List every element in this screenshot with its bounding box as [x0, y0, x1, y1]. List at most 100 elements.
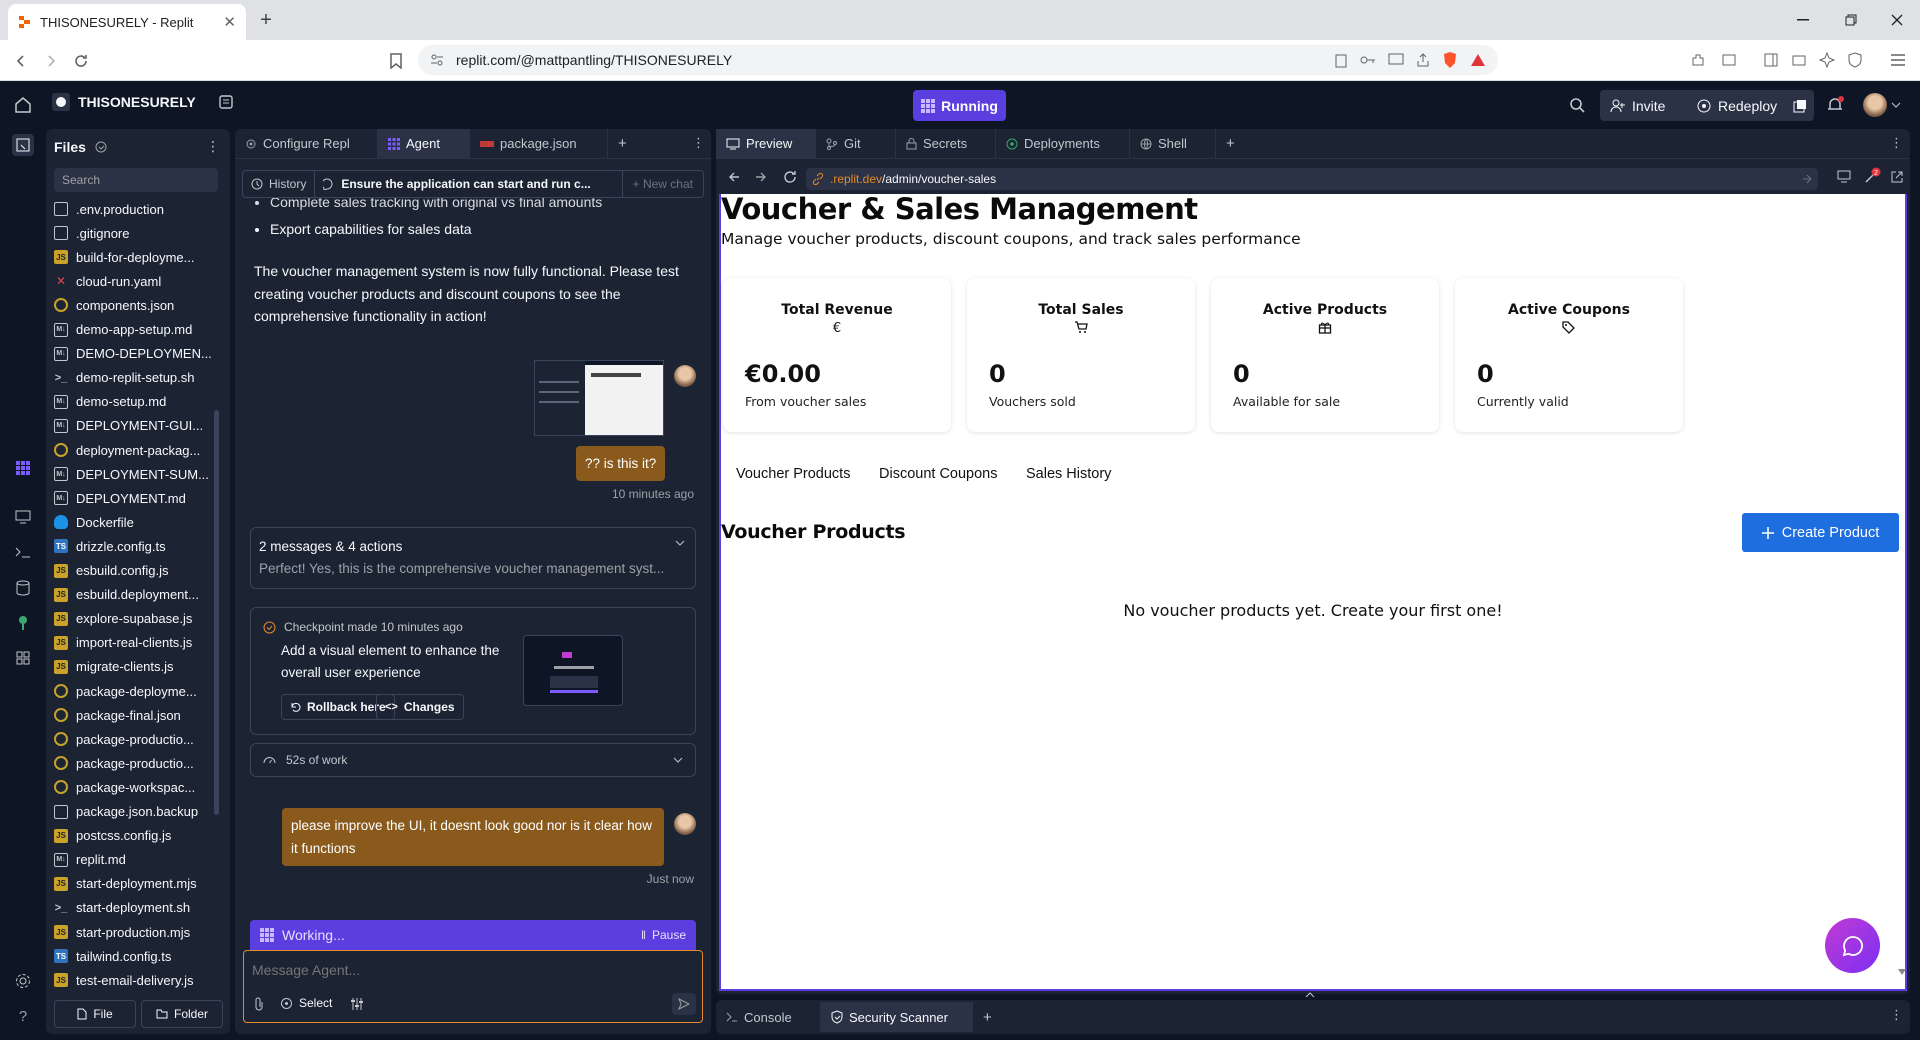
- tab-shell[interactable]: Shell: [1130, 128, 1216, 159]
- file-item[interactable]: JS esbuild.deployment...: [54, 583, 224, 607]
- file-item[interactable]: M↓ demo-setup.md: [54, 390, 224, 414]
- file-item[interactable]: JS esbuild.config.js: [54, 559, 224, 583]
- tab-sales-history[interactable]: Sales History: [1026, 466, 1111, 482]
- add-tab-button[interactable]: +: [973, 1002, 1002, 1032]
- preview-menu-icon[interactable]: ⋮: [1890, 135, 1903, 151]
- sidebar-icon[interactable]: [1760, 49, 1782, 71]
- preview-url-bar[interactable]: .replit.dev/admin/voucher-sales: [806, 168, 1818, 190]
- file-item[interactable]: package-productio...: [54, 727, 224, 751]
- bookmark-icon[interactable]: [383, 48, 409, 74]
- redeploy-button[interactable]: Redeploy: [1686, 90, 1794, 121]
- checkpoint-thumbnail[interactable]: [523, 635, 623, 706]
- file-item[interactable]: deployment-packag...: [54, 438, 224, 462]
- file-item[interactable]: package-final.json: [54, 703, 224, 727]
- add-tab-button[interactable]: +: [608, 129, 637, 159]
- preview-reload-icon[interactable]: [783, 170, 797, 184]
- clipboard-icon[interactable]: [1334, 52, 1348, 68]
- git-rail-icon[interactable]: [12, 612, 34, 634]
- repl-info-icon[interactable]: [218, 94, 234, 110]
- chat-scroll-area[interactable]: Complete sales tracking with original vs…: [242, 198, 704, 938]
- menu-icon[interactable]: [1887, 49, 1909, 71]
- file-item[interactable]: M↓ DEMO-DEPLOYMEN...: [54, 342, 224, 366]
- file-item[interactable]: M↓ DEPLOYMENT-GUI...: [54, 414, 224, 438]
- new-file-button[interactable]: File: [54, 1000, 136, 1028]
- file-item[interactable]: M↓ DEPLOYMENT.md: [54, 486, 224, 510]
- help-icon[interactable]: ?: [12, 1005, 34, 1027]
- pause-button[interactable]: ǁ Pause: [641, 928, 686, 942]
- file-item[interactable]: TS tailwind.config.ts: [54, 944, 224, 968]
- message-agent-input[interactable]: [252, 959, 692, 981]
- deploy-menu-icon[interactable]: [1786, 90, 1814, 121]
- user-avatar-menu[interactable]: [1863, 93, 1901, 117]
- changes-button[interactable]: <> Changes: [376, 694, 464, 720]
- tab-agent[interactable]: Agent: [378, 128, 470, 159]
- select-element-button[interactable]: Select: [280, 996, 332, 1010]
- file-item[interactable]: JS import-real-clients.js: [54, 631, 224, 655]
- agent-rail-icon[interactable]: [12, 457, 34, 479]
- wallet-icon[interactable]: [1788, 49, 1810, 71]
- reload-icon[interactable]: [68, 48, 94, 74]
- file-item[interactable]: JS migrate-clients.js: [54, 655, 224, 679]
- browser-tab[interactable]: THISONESURELY - Replit ✕: [8, 4, 246, 40]
- vpn-icon[interactable]: [1844, 49, 1866, 71]
- tab-preview[interactable]: Preview: [716, 128, 816, 159]
- address-bar[interactable]: replit.com/@mattpantling/THISONESURELY: [418, 45, 1498, 75]
- tab-discount-coupons[interactable]: Discount Coupons: [879, 466, 998, 482]
- open-arrow-icon[interactable]: [1802, 174, 1812, 184]
- file-item[interactable]: JS build-for-deployme...: [54, 245, 224, 269]
- invite-button[interactable]: Invite: [1600, 90, 1696, 121]
- file-item[interactable]: >_ demo-replit-setup.sh: [54, 366, 224, 390]
- brave-shield-icon[interactable]: [1442, 51, 1458, 69]
- site-info-icon[interactable]: [430, 53, 444, 67]
- create-product-button[interactable]: Create Product: [1742, 513, 1899, 552]
- settings-rail-icon[interactable]: [12, 970, 34, 992]
- new-chat-button[interactable]: + New chat: [623, 177, 703, 191]
- file-item[interactable]: ✕ cloud-run.yaml: [54, 269, 224, 293]
- restore-button[interactable]: [1828, 0, 1874, 40]
- preview-back-icon[interactable]: [728, 171, 740, 183]
- bottom-menu-icon[interactable]: ⋮: [1890, 1007, 1903, 1023]
- home-icon[interactable]: [14, 96, 32, 114]
- agent-panel-menu-icon[interactable]: ⋮: [692, 135, 705, 151]
- files-toggle-icon[interactable]: [12, 134, 34, 156]
- repl-title[interactable]: THISONESURELY: [52, 93, 234, 111]
- file-item[interactable]: TS drizzle.config.ts: [54, 534, 224, 558]
- current-chat[interactable]: Ensure the application can start and run…: [315, 171, 623, 197]
- cast-icon[interactable]: [1388, 53, 1404, 67]
- search-icon[interactable]: [1569, 97, 1585, 113]
- file-item[interactable]: M↓ demo-app-setup.md: [54, 318, 224, 342]
- tab-deployments[interactable]: Deployments: [996, 128, 1130, 159]
- file-item[interactable]: JS test-email-delivery.js: [54, 968, 224, 992]
- apps-rail-icon[interactable]: [12, 647, 34, 669]
- file-item[interactable]: package-workspac...: [54, 775, 224, 799]
- tab-configure-repl[interactable]: Configure Repl: [235, 128, 378, 159]
- file-item[interactable]: JS postcss.config.js: [54, 824, 224, 848]
- extensions-icon[interactable]: [1687, 49, 1709, 71]
- attach-icon[interactable]: [254, 997, 264, 1011]
- file-item[interactable]: package-productio...: [54, 751, 224, 775]
- file-item[interactable]: JS explore-supabase.js: [54, 607, 224, 631]
- sliders-icon[interactable]: [350, 997, 364, 1011]
- file-item[interactable]: JS start-deployment.mjs: [54, 872, 224, 896]
- file-item[interactable]: JS start-production.mjs: [54, 920, 224, 944]
- file-item[interactable]: package.json.backup: [54, 800, 224, 824]
- key-icon[interactable]: [1360, 55, 1376, 65]
- tab-secrets[interactable]: Secrets: [896, 128, 996, 159]
- file-item[interactable]: >_ start-deployment.sh: [54, 896, 224, 920]
- database-rail-icon[interactable]: [12, 577, 34, 599]
- open-new-window-icon[interactable]: [1890, 170, 1904, 184]
- chat-support-button[interactable]: [1825, 918, 1880, 973]
- tab-package-json[interactable]: package.json: [470, 128, 608, 159]
- work-summary-row[interactable]: 52s of work: [250, 743, 696, 777]
- devices-icon[interactable]: [1837, 170, 1853, 184]
- close-window-button[interactable]: [1874, 0, 1920, 40]
- webview-scroll-arrow-icon[interactable]: [1898, 969, 1906, 981]
- file-search-input[interactable]: Search: [54, 168, 218, 192]
- screenshot-icon[interactable]: [1718, 49, 1740, 71]
- file-item[interactable]: Dockerfile: [54, 510, 224, 534]
- close-tab-icon[interactable]: ✕: [223, 13, 236, 31]
- brave-rewards-icon[interactable]: [1470, 53, 1486, 67]
- minimize-button[interactable]: [1780, 0, 1826, 40]
- files-menu-icon[interactable]: ⋮: [206, 138, 220, 155]
- preview-forward-icon[interactable]: [755, 171, 767, 183]
